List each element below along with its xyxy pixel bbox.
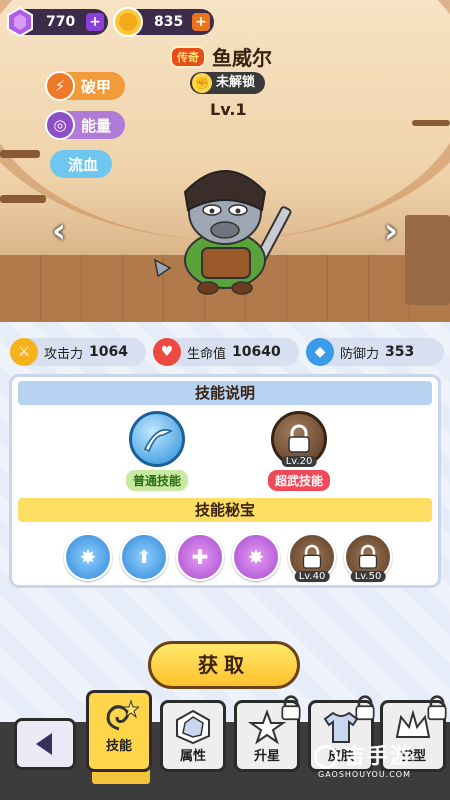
- stat-attack: ⚔ 攻击力 1064: [10, 338, 146, 366]
- gold-coin-icon: [113, 7, 143, 37]
- treasure-level-tag: Lv.40: [294, 571, 330, 582]
- left-shelf: [0, 150, 40, 158]
- tab-label: 技能: [105, 739, 132, 754]
- next-hero-arrow[interactable]: ›: [378, 212, 404, 250]
- add-coins-button[interactable]: +: [192, 13, 210, 31]
- tab-skills[interactable]: 技能: [86, 690, 152, 772]
- left-shelf-lower: [0, 195, 46, 203]
- energy-icon: ◎: [45, 110, 75, 140]
- trait-label: 破甲: [81, 77, 112, 96]
- right-furniture: [405, 215, 450, 305]
- lock-icon: [355, 695, 375, 721]
- back-arrow-icon: [36, 733, 52, 755]
- tab-label: 属性: [179, 749, 206, 764]
- lock-icon: [427, 695, 447, 721]
- coin-value: 835: [154, 14, 184, 30]
- unlock-status-label: 未解锁: [216, 75, 256, 90]
- lock-icon: [281, 695, 301, 721]
- purple-gem-icon: [7, 6, 33, 38]
- watermark-main: 吉手游: [344, 744, 413, 768]
- rarity-badge: 传奇: [170, 45, 206, 68]
- tab-star-up[interactable]: 升星: [234, 695, 301, 772]
- hexagon-stats-icon: [176, 709, 210, 745]
- trait-armor-break[interactable]: ⚡ 破甲: [45, 71, 126, 101]
- treasure-level-tag: Lv.50: [350, 571, 386, 582]
- locked-treasure-lv50[interactable]: Lv.50: [344, 533, 392, 582]
- skill-label: 普通技能: [125, 470, 188, 491]
- hero-name-row: 传奇 鱼威尔: [170, 42, 272, 71]
- stat-hp: ♥ 生命值 10640: [153, 338, 299, 366]
- stat-label: 攻击力: [44, 346, 84, 362]
- slash-skill-icon: [129, 411, 185, 467]
- stat-value: 353: [385, 344, 415, 360]
- watermark-logo-icon: [314, 745, 338, 769]
- right-shelf: [412, 120, 450, 126]
- stat-defense: ◆ 防御力 353: [306, 338, 444, 366]
- skill-ultimate[interactable]: Lv.20 超武技能: [254, 411, 344, 491]
- shield-up-icon[interactable]: ⬆: [120, 533, 168, 581]
- gem-counter: 770 +: [7, 6, 108, 38]
- stat-label: 生命值: [187, 346, 227, 362]
- watermark-sub: GAOSHOUYOU.COM: [318, 770, 412, 779]
- tab-attributes[interactable]: 属性: [160, 700, 226, 772]
- prev-hero-arrow[interactable]: ‹: [46, 212, 72, 250]
- lock-icon: [288, 424, 310, 453]
- shield-icon: ◆: [306, 338, 334, 366]
- tab-label: 升星: [253, 749, 280, 764]
- armor-break-icon: ⚡: [45, 71, 75, 101]
- trait-energy[interactable]: ◎ 能量: [45, 110, 126, 140]
- burst-purple-icon[interactable]: ✸: [232, 533, 280, 581]
- gem-value: 770: [46, 14, 76, 30]
- stat-value: 1064: [89, 344, 128, 360]
- lock-icon: [358, 544, 378, 569]
- heart-icon: ♥: [153, 338, 181, 366]
- trait-label: 流血: [68, 155, 99, 174]
- stat-value: 10640: [232, 344, 281, 360]
- skill-level-tag: Lv.20: [281, 456, 317, 467]
- back-button[interactable]: [14, 718, 76, 770]
- add-gems-button[interactable]: +: [86, 13, 104, 31]
- swirl-star-icon: [106, 699, 139, 731]
- skill-label: 超武技能: [267, 470, 330, 491]
- lock-icon: [302, 544, 322, 569]
- sword-icon: ⚔: [10, 338, 38, 366]
- locked-treasure-lv40[interactable]: Lv.40: [288, 533, 336, 582]
- watermark: 吉手游 GAOSHOUYOU.COM: [318, 740, 413, 779]
- fist-icon: ✊: [192, 73, 212, 93]
- locked-skill-icon: Lv.20: [271, 411, 327, 467]
- trait-label: 能量: [81, 116, 112, 135]
- skill-treasure-header: 技能秘宝: [18, 498, 432, 522]
- hero-character[interactable]: [150, 150, 300, 300]
- skill-card: 技能说明 普通技能 Lv.20 超武技能 技能秘宝 ✸ ⬆ ✚ ✸ Lv.40 …: [9, 374, 441, 588]
- hero-level: Lv.1: [210, 100, 247, 119]
- skill-normal[interactable]: 普通技能: [112, 411, 202, 491]
- coin-counter: 835 +: [113, 7, 214, 37]
- burst-buff-icon[interactable]: ✸: [64, 533, 112, 581]
- trait-bleed[interactable]: 流血: [50, 150, 113, 178]
- hero-name: 鱼威尔: [212, 46, 272, 70]
- unlock-status-badge: ✊ 未解锁: [190, 72, 266, 94]
- get-hero-button[interactable]: 获取: [148, 641, 300, 689]
- skill-description-header: 技能说明: [18, 381, 432, 405]
- stat-label: 防御力: [340, 346, 380, 362]
- potion-plus-icon[interactable]: ✚: [176, 533, 224, 581]
